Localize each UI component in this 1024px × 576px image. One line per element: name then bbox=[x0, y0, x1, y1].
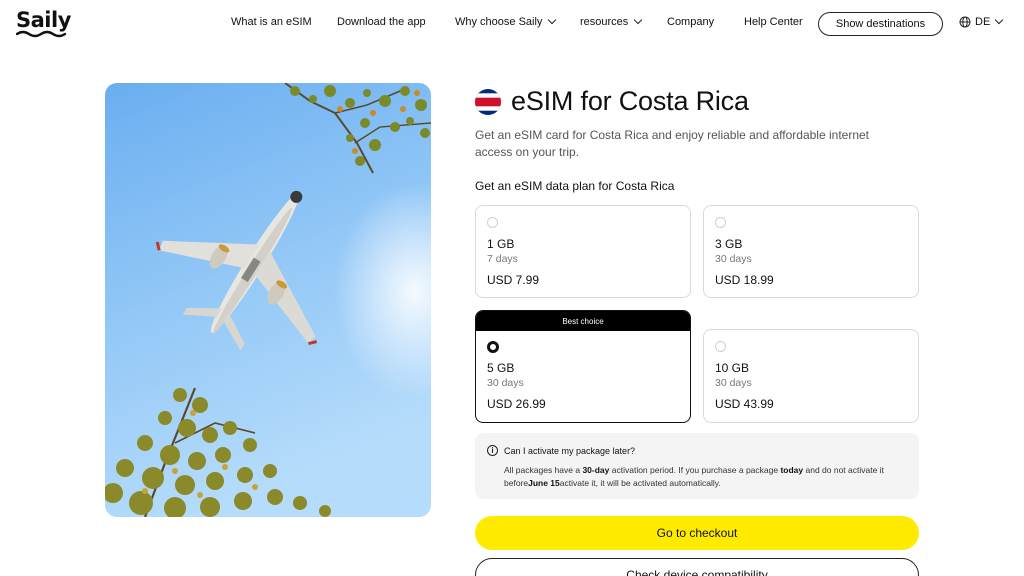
airplane-photo bbox=[105, 83, 431, 517]
language-selector[interactable]: DE bbox=[959, 15, 1004, 28]
faq-question: Can I activate my package later? bbox=[504, 446, 636, 456]
nav-why-choose-saily[interactable]: Why choose Saily bbox=[455, 15, 557, 28]
globe-icon bbox=[959, 16, 971, 28]
plan-duration: 30 days bbox=[715, 253, 752, 265]
nav-company[interactable]: Company bbox=[667, 16, 714, 28]
check-compatibility-button[interactable]: Check device compatibility bbox=[475, 558, 919, 576]
chevron-down-icon bbox=[634, 15, 643, 25]
language-code: DE bbox=[975, 16, 991, 28]
nav-label: Why choose Saily bbox=[455, 16, 543, 28]
logo-wordmark: Saily bbox=[16, 8, 71, 32]
plan-duration: 7 days bbox=[487, 253, 518, 265]
plan-price: USD 26.99 bbox=[487, 397, 546, 411]
plan-duration: 30 days bbox=[487, 377, 524, 389]
answer-emphasis: 30-day bbox=[582, 465, 610, 475]
chevron-down-icon bbox=[548, 15, 557, 25]
radio-unselected-icon[interactable] bbox=[715, 341, 726, 352]
radio-selected-icon[interactable] bbox=[487, 341, 499, 353]
best-choice-badge: Best choice bbox=[476, 311, 690, 331]
nav-label: Help Center bbox=[744, 16, 803, 28]
plan-card-1gb[interactable]: 1 GB 7 days USD 7.99 bbox=[475, 205, 691, 298]
plan-data: 3 GB bbox=[715, 237, 743, 251]
answer-text: activate it, it will be activated automa… bbox=[559, 478, 721, 488]
show-destinations-button[interactable]: Show destinations bbox=[818, 12, 943, 36]
nav-label: What is an eSIM bbox=[231, 16, 312, 28]
plan-card-5gb[interactable]: Best choice 5 GB 30 days USD 26.99 bbox=[475, 310, 691, 423]
plan-price: USD 18.99 bbox=[715, 273, 774, 287]
plans-heading: Get an eSIM data plan for Costa Rica bbox=[475, 179, 675, 193]
radio-unselected-icon[interactable] bbox=[715, 217, 726, 228]
plan-data: 5 GB bbox=[487, 361, 515, 375]
activation-info-box: i Can I activate my package later? All p… bbox=[475, 433, 919, 499]
plan-data: 1 GB bbox=[487, 237, 515, 251]
nav-help-center[interactable]: Help Center bbox=[744, 16, 803, 28]
info-icon: i bbox=[487, 445, 498, 456]
plan-card-3gb[interactable]: 3 GB 30 days USD 18.99 bbox=[703, 205, 919, 298]
product-title-row: eSIM for Costa Rica bbox=[475, 86, 749, 117]
go-to-checkout-button[interactable]: Go to checkout bbox=[475, 516, 919, 550]
plan-data: 10 GB bbox=[715, 361, 750, 375]
product-subtitle: Get an eSIM card for Costa Rica and enjo… bbox=[475, 128, 870, 159]
plan-price: USD 43.99 bbox=[715, 397, 774, 411]
plan-price: USD 7.99 bbox=[487, 273, 540, 287]
saily-logo[interactable]: Saily bbox=[16, 8, 72, 38]
plan-card-10gb[interactable]: 10 GB 30 days USD 43.99 bbox=[703, 329, 919, 423]
nav-resources[interactable]: resources bbox=[580, 15, 643, 28]
answer-text: All packages have a bbox=[504, 465, 583, 475]
nav-label: Download the app bbox=[337, 16, 426, 28]
header: Saily What is an eSIM Download the app W… bbox=[0, 0, 1024, 46]
answer-emphasis: June 15 bbox=[528, 478, 560, 488]
faq-answer: All packages have a 30-day activation pe… bbox=[504, 464, 904, 490]
nav-download-app[interactable]: Download the app bbox=[337, 16, 426, 28]
logo-wave-icon bbox=[16, 30, 67, 38]
hero-photo bbox=[105, 83, 431, 517]
nav-label: resources bbox=[580, 16, 629, 28]
nav-label: Company bbox=[667, 16, 715, 28]
page-title: eSIM for Costa Rica bbox=[511, 86, 749, 116]
plan-duration: 30 days bbox=[715, 377, 752, 389]
answer-emphasis: today bbox=[780, 465, 804, 475]
costa-rica-flag-icon bbox=[475, 88, 501, 115]
nav-what-is-esim[interactable]: What is an eSIM bbox=[231, 16, 312, 28]
radio-unselected-icon[interactable] bbox=[487, 217, 498, 228]
answer-text: activation period. If you purchase a pac… bbox=[609, 465, 781, 475]
chevron-down-icon bbox=[995, 15, 1004, 25]
